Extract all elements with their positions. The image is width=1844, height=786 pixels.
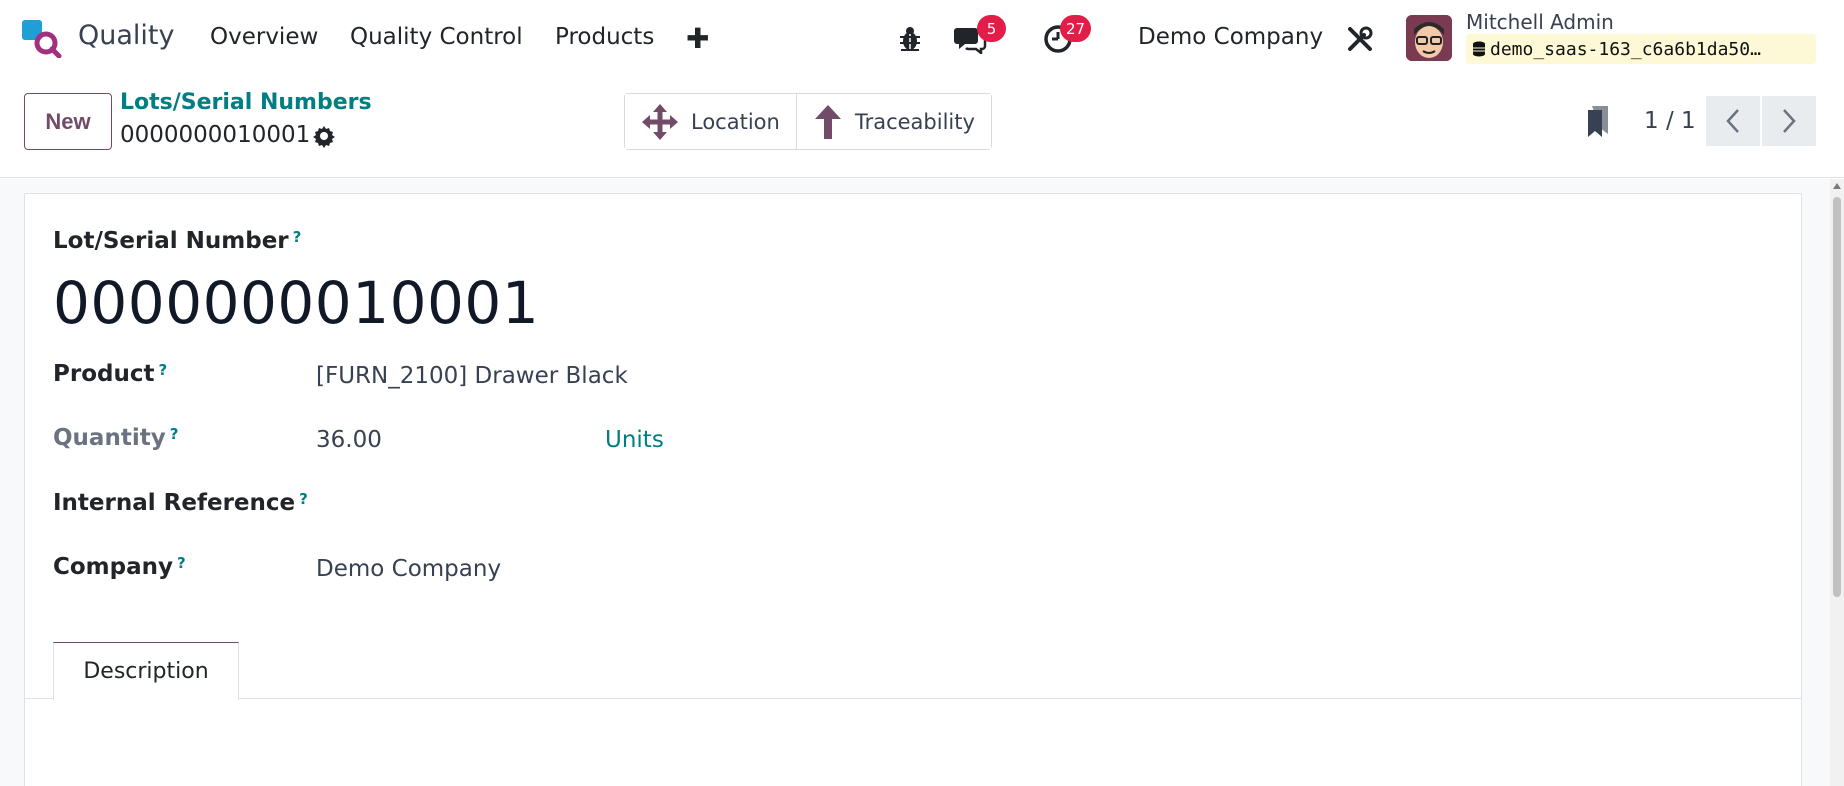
plus-icon[interactable]: ✚ <box>686 22 709 55</box>
debug-tools-icon[interactable] <box>1343 22 1377 56</box>
app-name[interactable]: Quality <box>78 20 174 51</box>
chevron-left-icon <box>1726 109 1739 133</box>
quantity-value: 36.00 <box>316 427 382 453</box>
help-tooltip-icon[interactable]: ? <box>299 490 308 508</box>
lot-serial-number-value[interactable]: 0000000010001 <box>53 269 539 337</box>
breadcrumb-lots-serial-numbers[interactable]: Lots/Serial Numbers <box>120 90 372 115</box>
arrow-up-icon <box>814 104 841 139</box>
bug-icon[interactable] <box>893 22 927 56</box>
new-button[interactable]: New <box>24 93 112 150</box>
product-label: Product? <box>53 361 168 387</box>
traceability-button-label: Traceability <box>854 109 975 134</box>
gear-icon[interactable] <box>312 124 336 148</box>
quality-app-logo[interactable] <box>22 20 62 58</box>
menu-overview[interactable]: Overview <box>210 24 318 50</box>
pager-previous-button[interactable] <box>1706 96 1760 146</box>
scroll-up-arrow-icon[interactable] <box>1833 183 1841 189</box>
scrollbar-thumb[interactable] <box>1833 197 1841 597</box>
traceability-button[interactable]: Traceability <box>795 94 991 149</box>
company-field[interactable]: Demo Company <box>316 556 501 582</box>
help-tooltip-icon[interactable]: ? <box>158 361 167 379</box>
chevron-right-icon <box>1783 109 1796 133</box>
breadcrumb-current-record: 0000000010001 <box>120 122 311 148</box>
database-icon <box>1473 41 1485 57</box>
top-navbar: Quality Overview Quality Control Product… <box>0 0 1844 76</box>
company-label: Company? <box>53 554 186 580</box>
internal-reference-label: Internal Reference? <box>53 490 308 516</box>
location-button-label: Location <box>691 109 780 134</box>
smart-buttons: Location Traceability <box>624 93 992 150</box>
help-tooltip-icon[interactable]: ? <box>293 228 302 246</box>
quantity-uom-link[interactable]: Units <box>605 427 664 453</box>
product-field[interactable]: [FURN_2100] Drawer Black <box>316 363 628 389</box>
help-tooltip-icon[interactable]: ? <box>177 554 186 572</box>
notebook-tabs: Description <box>25 642 1801 700</box>
form-view: Lot/Serial Number? 0000000010001 Product… <box>0 179 1844 786</box>
quantity-label: Quantity? <box>53 425 179 451</box>
pager-next-button[interactable] <box>1762 96 1816 146</box>
vertical-scrollbar[interactable] <box>1830 179 1844 786</box>
user-name[interactable]: Mitchell Admin <box>1466 10 1614 34</box>
pager-value[interactable]: 1 / 1 <box>1644 108 1696 134</box>
internal-reference-input[interactable] <box>316 486 876 522</box>
move-arrows-icon <box>642 103 678 140</box>
user-avatar[interactable] <box>1406 15 1452 61</box>
control-panel: New Lots/Serial Numbers 0000000010001 Lo… <box>0 76 1844 178</box>
location-button[interactable]: Location <box>625 94 796 149</box>
lot-serial-number-label: Lot/Serial Number? <box>53 228 302 254</box>
activities-count-badge: 27 <box>1060 15 1092 42</box>
help-tooltip-icon[interactable]: ? <box>170 425 179 443</box>
database-name: demo_saas-163_c6a6b1da50… <box>1466 34 1816 64</box>
form-sheet: Lot/Serial Number? 0000000010001 Product… <box>24 193 1802 786</box>
database-label: demo_saas-163_c6a6b1da50… <box>1490 38 1761 60</box>
menu-quality-control[interactable]: Quality Control <box>350 24 523 50</box>
menu-products[interactable]: Products <box>555 24 654 50</box>
company-switcher[interactable]: Demo Company <box>1138 24 1323 50</box>
tab-description[interactable]: Description <box>53 642 239 700</box>
messages-count-badge: 5 <box>977 15 1006 42</box>
bookmarks-icon[interactable] <box>1586 104 1610 138</box>
